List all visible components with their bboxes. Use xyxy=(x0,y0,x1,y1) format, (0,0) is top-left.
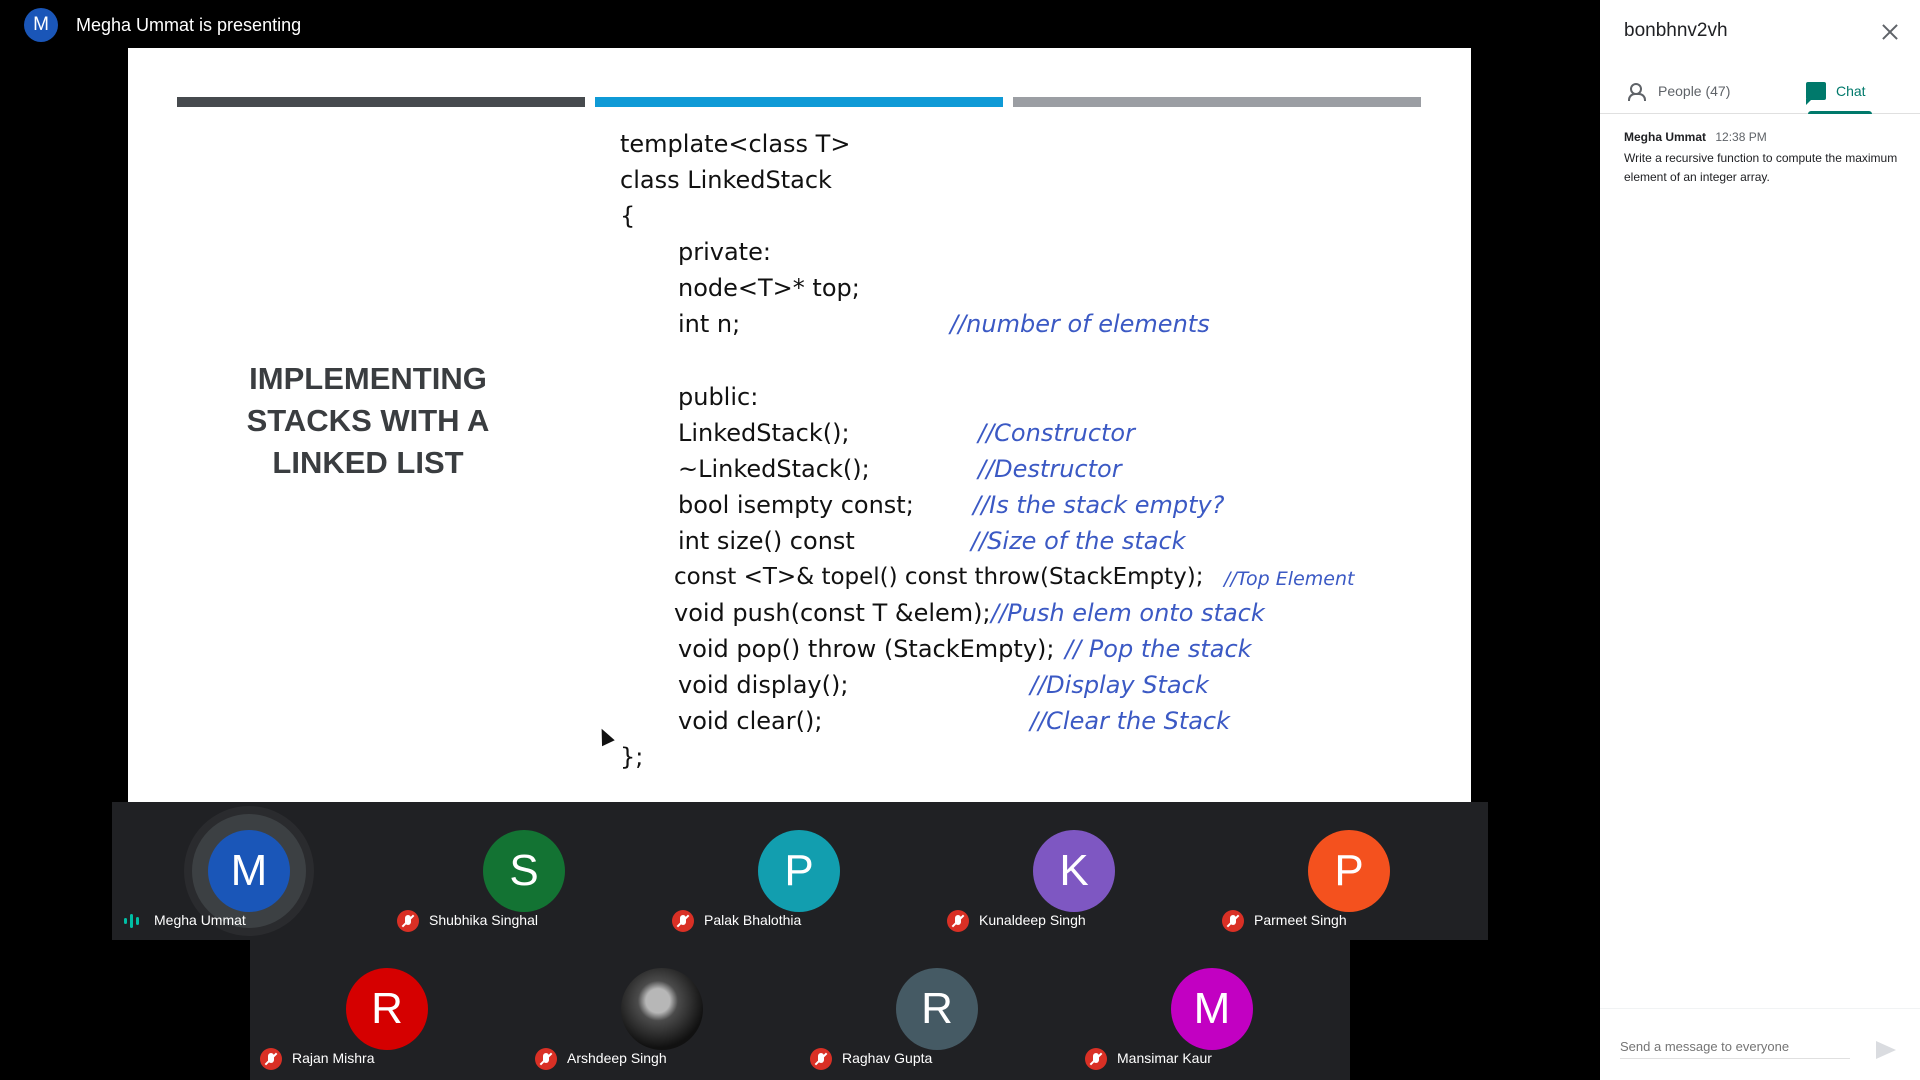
avatar: K xyxy=(1033,830,1115,912)
code-comment: //Is the stack empty? xyxy=(973,491,1225,519)
chat-message-text: Write a recursive function to compute th… xyxy=(1624,151,1898,184)
participant-tile[interactable]: M Megha Ummat xyxy=(112,802,387,940)
participant-name: Mansimar Kaur xyxy=(1117,1050,1212,1066)
participant-name: Kunaldeep Singh xyxy=(979,912,1086,928)
code-line: private: xyxy=(678,238,771,266)
speaking-indicator-icon xyxy=(124,914,140,928)
code-line: LinkedStack(); xyxy=(678,419,850,447)
code-comment: //Size of the stack xyxy=(971,527,1186,555)
presenter-label: Megha Ummat is presenting xyxy=(76,14,302,35)
presenter-bar: M Megha Ummat is presenting xyxy=(24,8,301,42)
side-panel: bonbhnv2vh People (47) Chat Megha Ummat … xyxy=(1600,0,1920,1080)
mic-off-icon xyxy=(397,910,419,932)
chat-input[interactable] xyxy=(1620,1039,1850,1059)
code-comment: //Constructor xyxy=(978,419,1135,447)
code-comment: // Pop the stack xyxy=(1065,635,1252,663)
code-line: }; xyxy=(620,743,644,771)
panel-tabs: People (47) Chat xyxy=(1600,68,1920,114)
code-block: template<class T> class LinkedStack { pr… xyxy=(128,48,1471,802)
meeting-stage: M Megha Ummat is presenting IMPLEMENTING… xyxy=(0,0,1600,1080)
code-line: int size() const xyxy=(678,527,855,555)
participant-name: Raghav Gupta xyxy=(842,1050,933,1066)
participant-tile[interactable]: R Rajan Mishra xyxy=(250,940,525,1078)
participant-name: Rajan Mishra xyxy=(292,1050,375,1066)
participant-strip: M Megha Ummat S Shubhika Singhal P Palak… xyxy=(112,802,1488,940)
chat-sender: Megha Ummat xyxy=(1624,130,1707,144)
mic-off-icon xyxy=(947,910,969,932)
code-line: int n; xyxy=(678,310,741,338)
avatar: R xyxy=(896,968,978,1050)
avatar: S xyxy=(483,830,565,912)
avatar: M xyxy=(208,830,290,912)
avatar: P xyxy=(758,830,840,912)
tab-chat[interactable]: Chat xyxy=(1806,68,1866,114)
code-line: void push(const T &elem); xyxy=(674,599,991,627)
chat-message: Megha Ummat 12:38 PM Write a recursive f… xyxy=(1624,130,1904,187)
code-line: void pop() throw (StackEmpty); xyxy=(678,635,1055,663)
code-line: class LinkedStack xyxy=(620,166,832,194)
participant-tile[interactable]: Arshdeep Singh xyxy=(525,940,800,1078)
send-icon[interactable] xyxy=(1876,1041,1896,1059)
participant-tile[interactable]: P Palak Bhalothia xyxy=(662,802,937,940)
chat-composer xyxy=(1600,1008,1920,1080)
code-comment: //Destructor xyxy=(978,455,1122,483)
mic-off-icon xyxy=(535,1048,557,1070)
avatar: M xyxy=(1171,968,1253,1050)
mic-off-icon xyxy=(810,1048,832,1070)
code-line: template<class T> xyxy=(620,130,851,158)
meeting-code: bonbhnv2vh xyxy=(1624,20,1728,41)
mic-off-icon xyxy=(1085,1048,1107,1070)
code-line: public: xyxy=(678,383,759,411)
code-line: void display(); xyxy=(678,671,849,699)
chat-timestamp: 12:38 PM xyxy=(1715,130,1767,144)
participant-name: Shubhika Singhal xyxy=(429,912,538,928)
code-line: const <T>& topel() const throw(StackEmpt… xyxy=(674,564,1204,590)
avatar: R xyxy=(346,968,428,1050)
tab-active-indicator xyxy=(1808,111,1872,114)
code-line: { xyxy=(620,202,636,230)
mic-off-icon xyxy=(672,910,694,932)
participant-name: Megha Ummat xyxy=(154,912,246,928)
presentation-slide: IMPLEMENTING STACKS WITH A LINKED LIST t… xyxy=(128,48,1471,802)
mic-off-icon xyxy=(1222,910,1244,932)
code-line: bool isempty const; xyxy=(678,491,914,519)
tab-chat-label: Chat xyxy=(1836,83,1866,99)
code-comment: //Top Element xyxy=(1224,568,1355,590)
participant-name: Parmeet Singh xyxy=(1254,912,1347,928)
code-line: node<T>* top; xyxy=(678,274,860,302)
code-comment: //Clear the Stack xyxy=(1030,707,1231,735)
participant-name: Palak Bhalothia xyxy=(704,912,802,928)
code-comment: //Push elem onto stack xyxy=(991,599,1265,627)
people-icon xyxy=(1628,83,1650,101)
mic-off-icon xyxy=(260,1048,282,1070)
participant-tile[interactable]: R Raghav Gupta xyxy=(800,940,1075,1078)
participant-tile[interactable]: K Kunaldeep Singh xyxy=(937,802,1212,940)
participant-tile[interactable]: P Parmeet Singh xyxy=(1212,802,1487,940)
avatar-photo xyxy=(621,968,703,1050)
code-line: ~LinkedStack(); xyxy=(678,455,870,483)
chat-message-header: Megha Ummat 12:38 PM xyxy=(1624,130,1904,144)
presenter-avatar[interactable]: M xyxy=(24,8,58,42)
avatar: P xyxy=(1308,830,1390,912)
participant-tile[interactable]: S Shubhika Singhal xyxy=(387,802,662,940)
tab-people-label: People (47) xyxy=(1658,83,1731,99)
participant-strip: R Rajan Mishra Arshdeep Singh R Raghav G… xyxy=(250,940,1350,1080)
code-line: void clear(); xyxy=(678,707,823,735)
tab-people[interactable]: People (47) xyxy=(1628,68,1730,114)
code-comment: //number of elements xyxy=(950,310,1210,338)
close-icon[interactable] xyxy=(1878,20,1902,44)
participant-name: Arshdeep Singh xyxy=(567,1050,667,1066)
code-comment: //Display Stack xyxy=(1030,671,1209,699)
chat-icon xyxy=(1806,82,1826,105)
participant-tile[interactable]: M Mansimar Kaur xyxy=(1075,940,1350,1078)
